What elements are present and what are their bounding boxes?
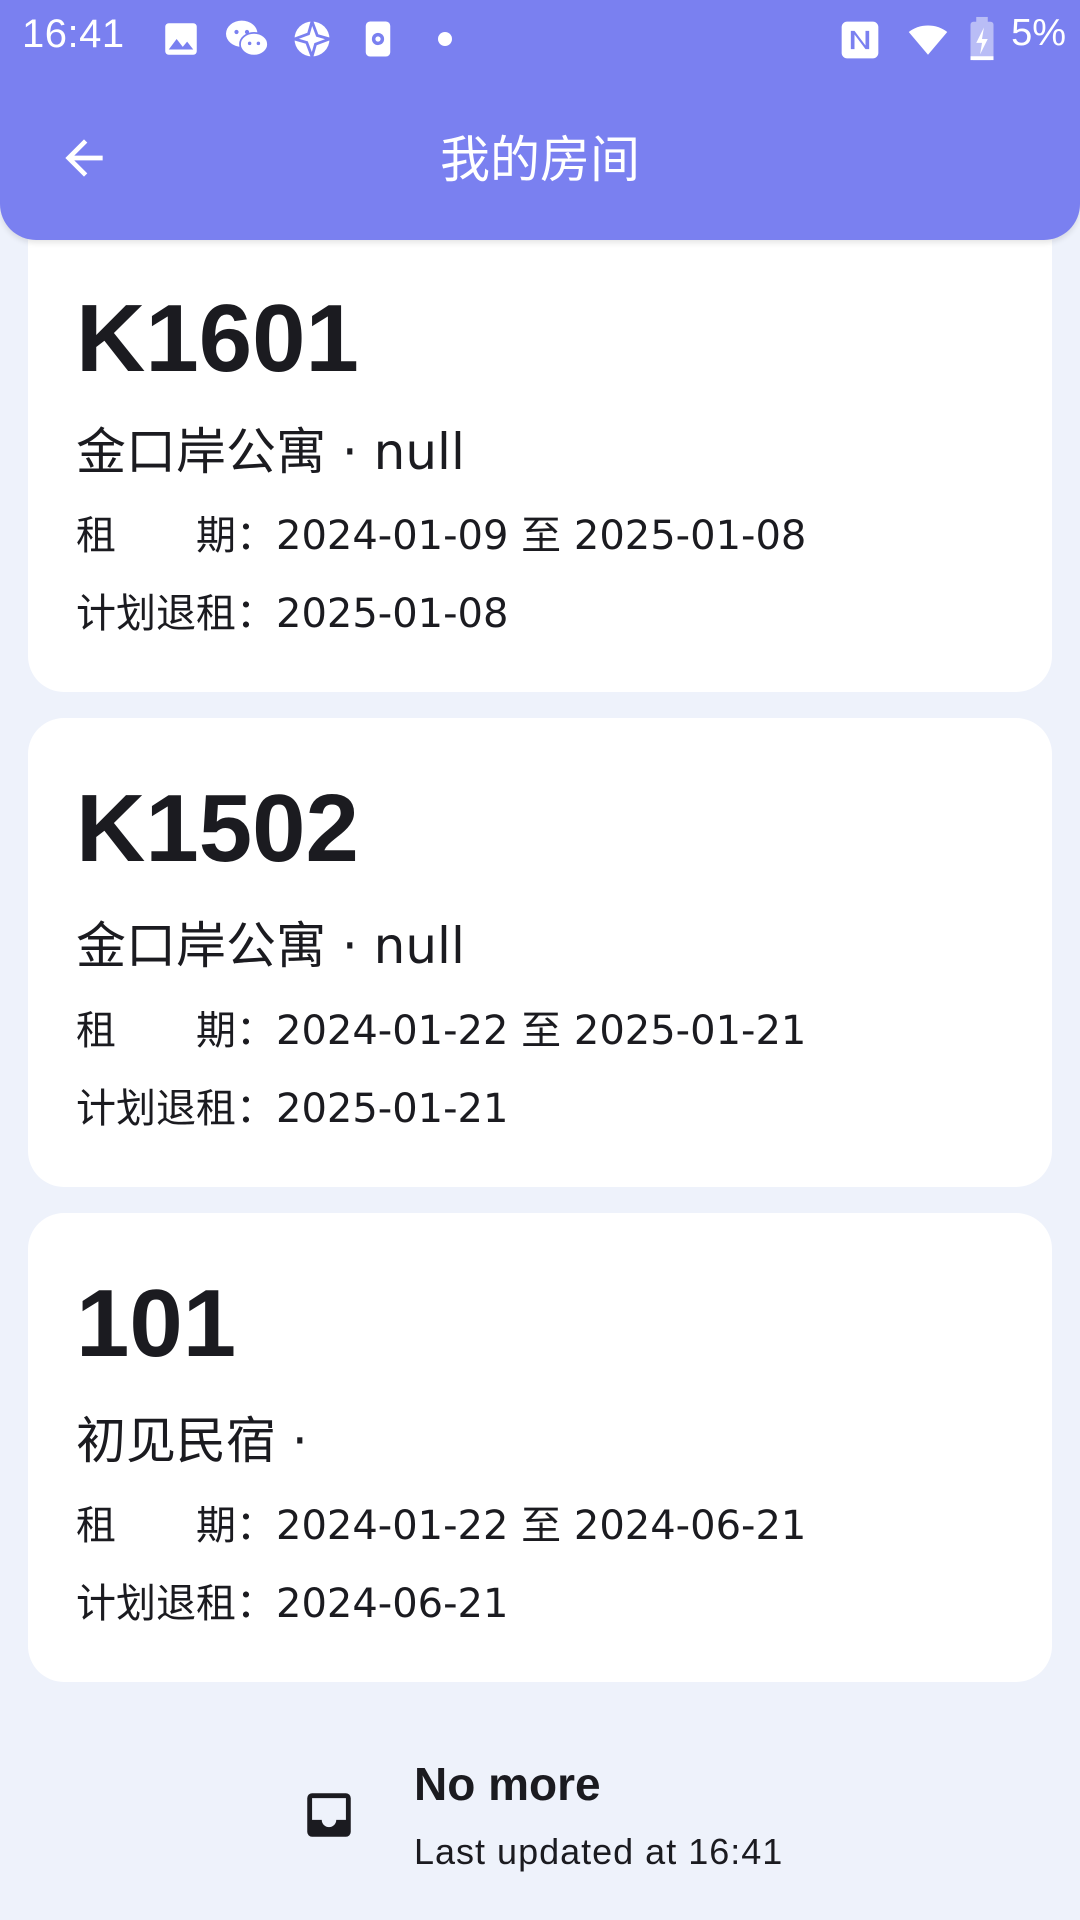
- battery-percent: 5%: [1011, 12, 1066, 54]
- room-number: K1601: [76, 285, 359, 392]
- nfc-icon: [841, 21, 879, 59]
- room-planned-checkout: 计划退租：2024-06-21: [76, 1581, 509, 1627]
- battery-charging-icon: [970, 16, 994, 61]
- page-title: 我的房间: [440, 131, 640, 189]
- room-planned-checkout: 计划退租：2025-01-08: [76, 591, 509, 637]
- wechat-icon: [226, 20, 269, 57]
- room-number: 101: [76, 1270, 237, 1377]
- room-building: 初见民宿 ·: [76, 1412, 308, 1470]
- dot-icon: [438, 32, 452, 46]
- room-card[interactable]: K1502 金口岸公寓 · null 租 期：2024-01-22 至 2025…: [28, 718, 1052, 1187]
- inbox-icon: [307, 1793, 351, 1837]
- room-number: K1502: [76, 775, 359, 882]
- no-more-label: No more: [414, 1758, 601, 1810]
- aperture-icon: [294, 21, 330, 57]
- room-building: 金口岸公寓 · null: [76, 917, 465, 975]
- room-planned-checkout: 计划退租：2025-01-21: [76, 1086, 509, 1132]
- status-time: 16:41: [22, 12, 125, 56]
- app-bar: 16:41 5% 我的房间: [0, 0, 1080, 240]
- phone-settings-icon: [365, 21, 391, 57]
- room-lease-period: 租 期：2024-01-22 至 2025-01-21: [76, 1008, 807, 1054]
- last-updated-label: Last updated at 16:41: [414, 1831, 784, 1872]
- load-more-footer: No more Last updated at 16:41: [0, 1740, 1080, 1900]
- room-card[interactable]: 101 初见民宿 · 租 期：2024-01-22 至 2024-06-21 计…: [28, 1213, 1052, 1682]
- room-card[interactable]: K1601 金口岸公寓 · null 租 期：2024-01-09 至 2025…: [28, 200, 1052, 692]
- status-bar: 16:41 5%: [0, 0, 1080, 78]
- room-lease-period: 租 期：2024-01-22 至 2024-06-21: [76, 1503, 807, 1549]
- wifi-icon: [908, 25, 948, 55]
- room-building: 金口岸公寓 · null: [76, 423, 465, 481]
- gallery-icon: [165, 23, 197, 55]
- room-lease-period: 租 期：2024-01-09 至 2025-01-08: [76, 513, 807, 559]
